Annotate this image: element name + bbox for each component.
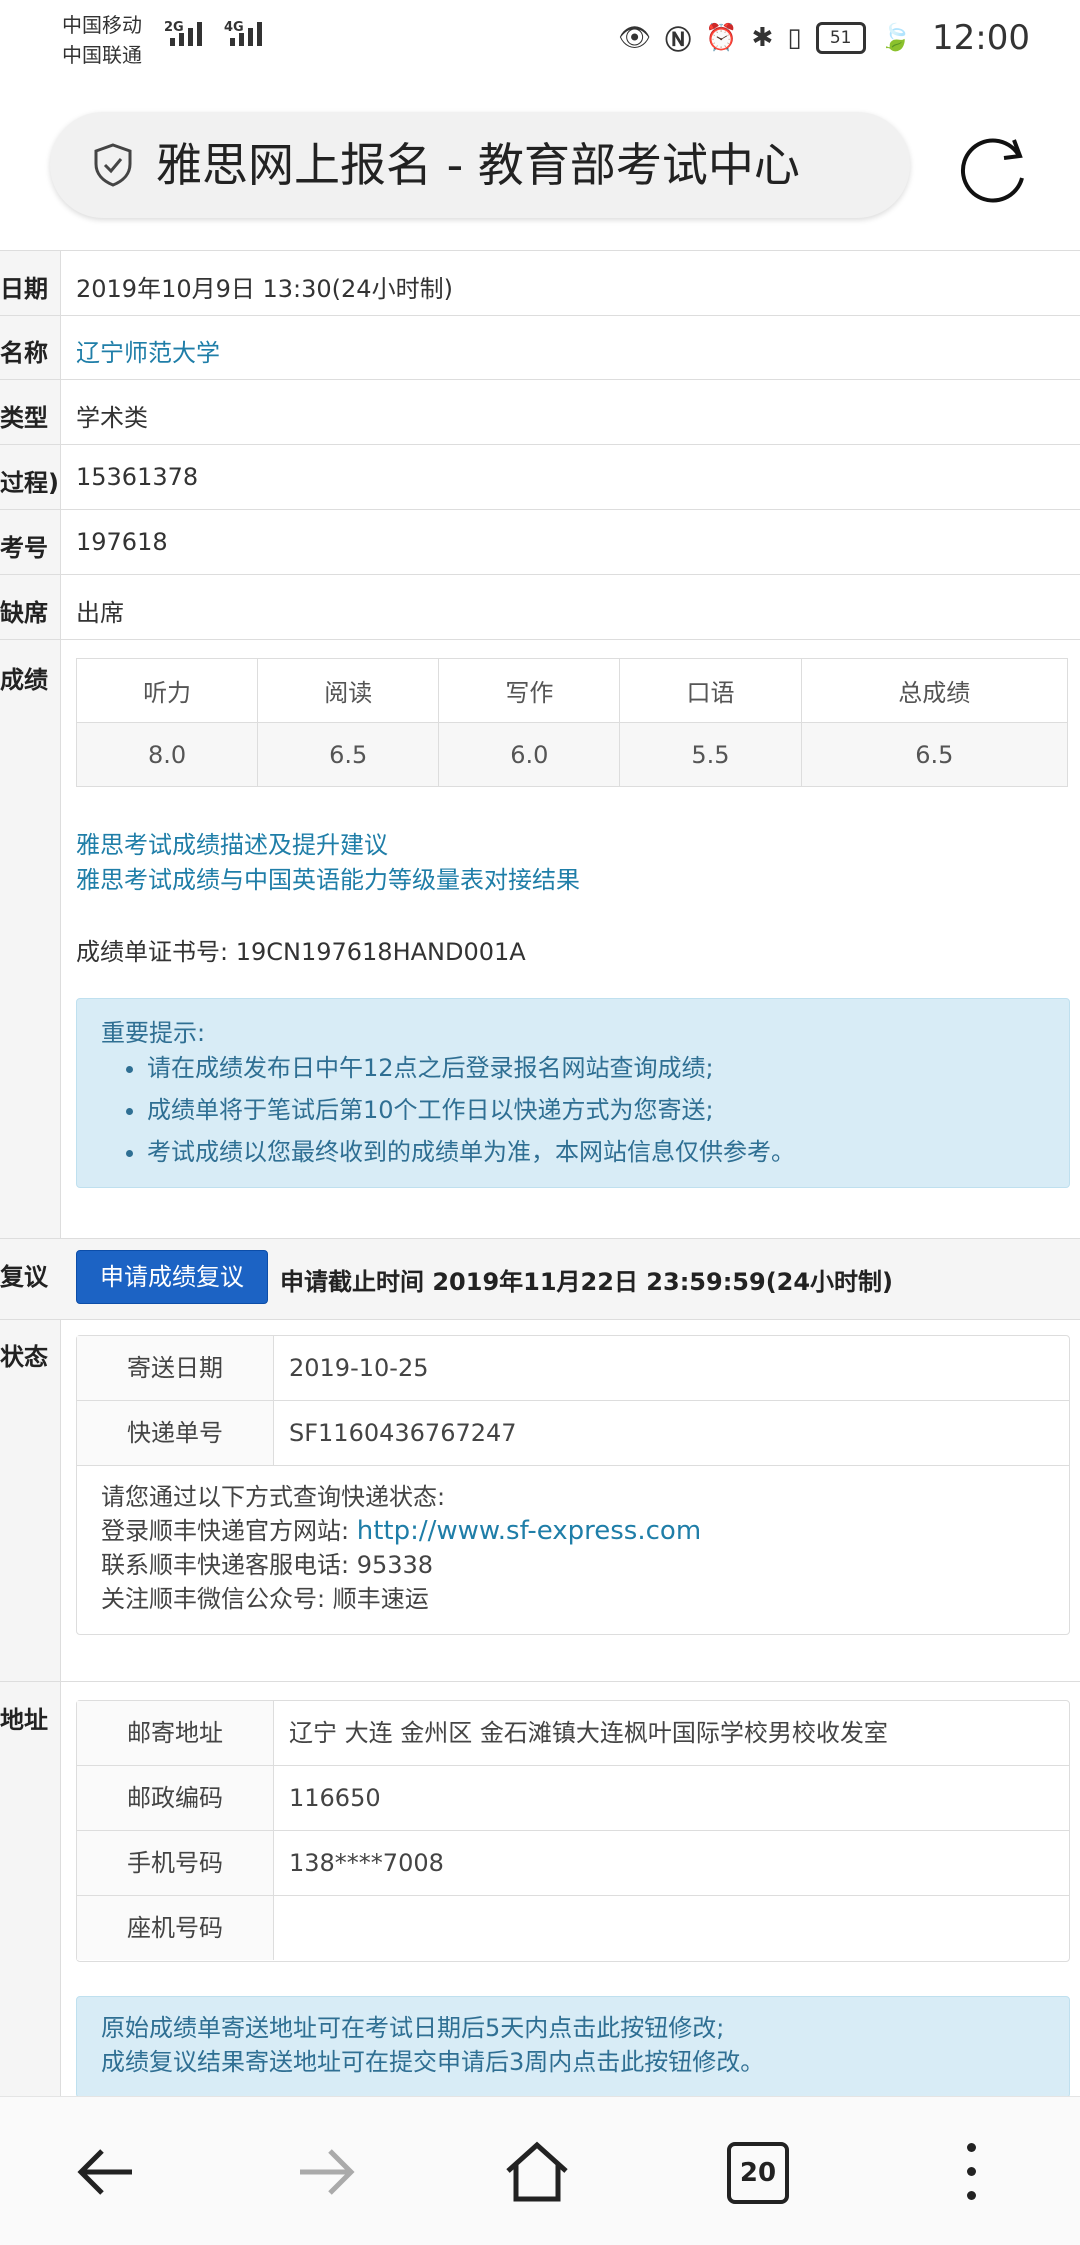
apply-review-button[interactable]: 申请成绩复议 (76, 1250, 268, 1304)
certificate-number: 成绩单证书号: 19CN197618HAND001A (76, 938, 526, 966)
address-notice: 原始成绩单寄送地址可在考试日期后5天内点击此按钮修改; 成绩复议结果寄送地址可在… (76, 1996, 1070, 2098)
notice-item: 成绩单将于笔试后第10个工作日以快递方式为您寄送; (147, 1089, 795, 1131)
send-date-row: 寄送日期 2019-10-25 (77, 1336, 1069, 1401)
tracking-key: 快递单号 (77, 1401, 274, 1465)
send-date-value: 2019-10-25 (289, 1354, 429, 1382)
score-description-link[interactable]: 雅思考试成绩描述及提升建议 (76, 825, 388, 860)
id-value: 15361378 (76, 463, 199, 491)
tracking-value: SF1160436767247 (289, 1419, 517, 1447)
vibrate-icon: ▯ (787, 23, 802, 53)
score-header: 听力 (75, 658, 259, 723)
row-label: 缺席 (0, 599, 48, 627)
clock: 12:00 (932, 18, 1030, 58)
status-icons: 👁 Ⓝ ⏰ ✱ ▯ 51 🍃 12:00 (618, 18, 1030, 58)
signal-icon: 2G (164, 20, 202, 46)
row-label: 过程) (0, 469, 59, 497)
mobile-value: 138****7008 (289, 1849, 444, 1877)
bluetooth-icon: ✱ (751, 23, 774, 53)
tracking-row: 快递单号 SF1160436767247 (77, 1401, 1069, 1466)
mail-address-row: 邮寄地址 辽宁 大连 金州区 金石滩镇大连枫叶国际学校男校收发室 (77, 1701, 1069, 1766)
back-arrow-icon[interactable] (72, 2137, 142, 2207)
row-label: 考号 (0, 534, 48, 562)
row-label: 成绩 (0, 666, 48, 694)
score-value: 6.5 (800, 722, 1069, 787)
notice-title: 重要提示: (101, 1019, 206, 1047)
page-title: 雅思网上报名 - 教育部考试中心 (156, 138, 800, 192)
phone-key: 座机号码 (77, 1896, 274, 1960)
signal-icon-2: 4G (224, 20, 262, 46)
score-value: 5.5 (619, 722, 802, 787)
more-menu-icon[interactable] (952, 2137, 992, 2207)
help-line: 联系顺丰快递客服电话: 95338 (101, 1551, 434, 1579)
leaf-icon: 🍃 (879, 23, 913, 53)
cefr-mapping-link[interactable]: 雅思考试成绩与中国英语能力等级量表对接结果 (76, 860, 580, 895)
address-note: 成绩复议结果寄送地址可在提交申请后3周内点击此按钮修改。 (101, 2048, 765, 2076)
row-label: 复议 (0, 1263, 48, 1291)
row-label: 名称 (0, 339, 48, 367)
sf-express-link[interactable]: http://www.sf-express.com (357, 1516, 701, 1546)
score-table: 听力 阅读 写作 口语 总成绩 8.0 6.5 6.0 5.5 6.5 (75, 658, 1069, 787)
home-icon[interactable] (502, 2137, 572, 2207)
score-value: 6.0 (438, 722, 621, 787)
carrier-2: 中国联通 (62, 43, 142, 67)
battery-icon: 51 (815, 22, 866, 54)
help-line: 登录顺丰快递官方网站: http://www.sf-express.com (101, 1516, 702, 1546)
row-exam-no: 考号 197618 (0, 510, 1080, 575)
bottom-nav (0, 2096, 1080, 2245)
alarm-icon: ⏰ (705, 23, 738, 53)
type-value: 学术类 (76, 404, 148, 432)
date-value: 2019年10月9日 13:30(24小时制) (76, 275, 453, 303)
tab-count-button[interactable]: 20 (727, 2142, 789, 2204)
row-label: 类型 (0, 404, 48, 432)
score-value: 8.0 (75, 722, 259, 787)
phone-row: 座机号码 (77, 1896, 1069, 1960)
score-header: 阅读 (257, 658, 440, 723)
tracking-help: 请您通过以下方式查询快递状态: 登录顺丰快递官方网站: http://www.s… (101, 1480, 701, 1616)
row-name: 名称 辽宁师范大学 (0, 315, 1080, 380)
help-line: 关注顺丰微信公众号: 顺丰速运 (101, 1585, 429, 1613)
reload-icon[interactable] (958, 130, 1034, 206)
score-value: 6.5 (257, 722, 440, 787)
nfc-icon: Ⓝ (665, 25, 692, 56)
row-label: 日期 (0, 275, 48, 303)
row-attendance: 缺席 出席 (0, 575, 1080, 640)
zip-key: 邮政编码 (77, 1766, 274, 1830)
exam-no-value: 197618 (76, 528, 168, 556)
shield-icon (94, 143, 132, 187)
address-note: 原始成绩单寄送地址可在考试日期后5天内点击此按钮修改; (101, 2014, 725, 2042)
mail-address-key: 邮寄地址 (77, 1701, 274, 1765)
zip-value: 116650 (289, 1784, 381, 1812)
review-deadline: 申请截止时间 2019年11月22日 23:59:59(24小时制) (280, 1268, 894, 1296)
score-header: 总成绩 (800, 658, 1069, 723)
notice-item: 考试成绩以您最终收到的成绩单为准，本网站信息仅供参考。 (147, 1131, 795, 1173)
mobile-key: 手机号码 (77, 1831, 274, 1895)
attendance-value: 出席 (76, 599, 124, 627)
row-label: 地址 (0, 1706, 48, 1734)
row-type: 类型 学术类 (0, 380, 1080, 445)
row-label: 状态 (0, 1343, 48, 1371)
venue-link[interactable]: 辽宁师范大学 (76, 333, 220, 368)
address-bar[interactable]: 雅思网上报名 - 教育部考试中心 (50, 112, 910, 218)
notice-item: 请在成绩发布日中午12点之后登录报名网站查询成绩; (147, 1047, 795, 1089)
mail-address-value: 辽宁 大连 金州区 金石滩镇大连枫叶国际学校男校收发室 (289, 1719, 888, 1747)
score-header: 口语 (619, 658, 802, 723)
row-date: 日期 2019年10月9日 13:30(24小时制) (0, 250, 1080, 316)
row-id: 过程) 15361378 (0, 445, 1080, 510)
carrier-info: 中国移动 中国联通 (62, 10, 142, 70)
forward-arrow-icon[interactable] (290, 2137, 360, 2207)
help-line: 请您通过以下方式查询快递状态: (101, 1483, 446, 1511)
important-notice: 重要提示: 请在成绩发布日中午12点之后登录报名网站查询成绩; 成绩单将于笔试后… (76, 998, 1070, 1188)
address-box: 邮寄地址 辽宁 大连 金州区 金石滩镇大连枫叶国际学校男校收发室 邮政编码 11… (76, 1700, 1070, 1962)
eye-icon: 👁 (618, 23, 652, 53)
carrier-1: 中国移动 (62, 13, 142, 37)
status-bar: 中国移动 中国联通 2G 4G 👁 Ⓝ ⏰ ✱ ▯ 51 🍃 12:00 (0, 0, 1080, 80)
send-date-key: 寄送日期 (77, 1336, 274, 1400)
delivery-box: 寄送日期 2019-10-25 快递单号 SF1160436767247 请您通… (76, 1335, 1070, 1635)
mobile-row: 手机号码 138****7008 (77, 1831, 1069, 1896)
zip-row: 邮政编码 116650 (77, 1766, 1069, 1831)
score-header: 写作 (438, 658, 621, 723)
